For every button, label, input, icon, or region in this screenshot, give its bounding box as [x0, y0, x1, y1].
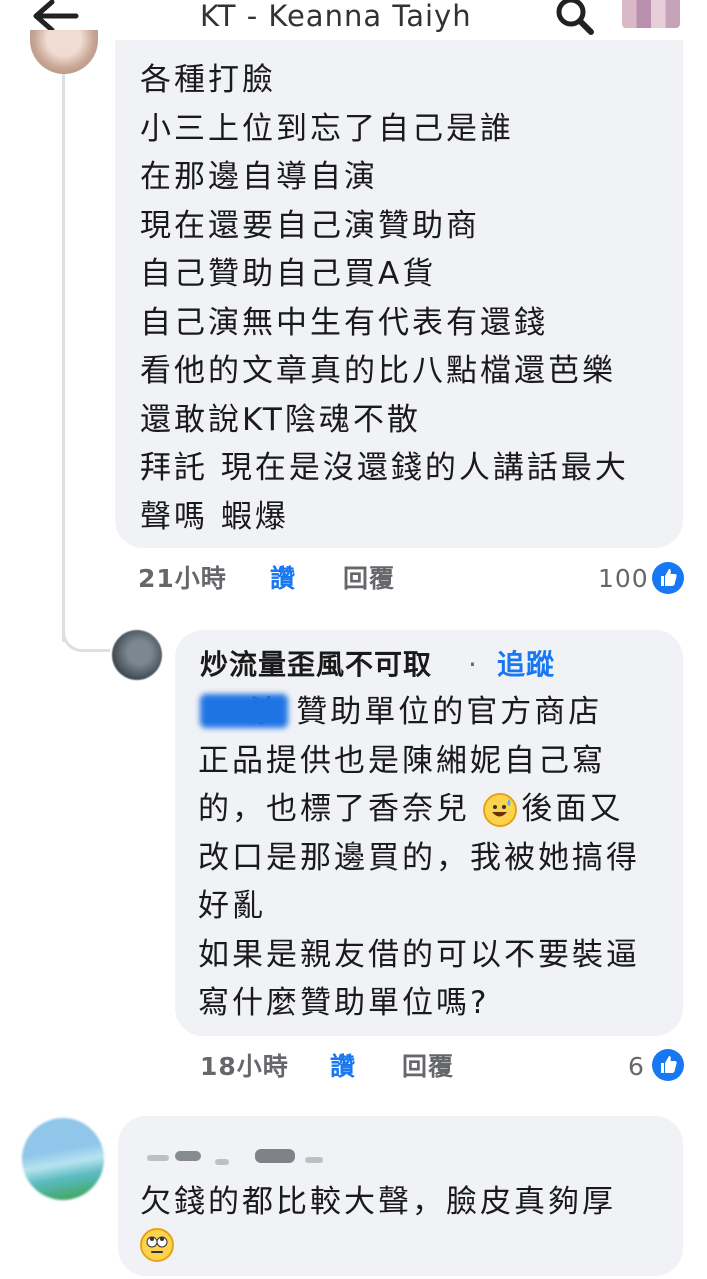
eye-roll-emoji-icon [140, 1228, 174, 1262]
reply-button[interactable]: 回覆 [402, 1051, 454, 1083]
comment-text: 各種打臉 小三上位到忘了自己是誰 在那邊自導自演 現在還要自己演贊助商 自己贊助… [140, 56, 629, 541]
avatar[interactable] [30, 30, 98, 74]
thumbs-up-icon[interactable] [652, 1049, 684, 1081]
avatar[interactable] [112, 630, 162, 680]
comment-line: 自己演無中生有代表有還錢 [140, 304, 548, 341]
thumbs-up-icon[interactable] [652, 562, 684, 594]
comment-line: 欠錢的都比較大聲，臉皮真夠厚 [140, 1184, 616, 1220]
reply-button[interactable]: 回覆 [343, 563, 395, 595]
profile-avatar-redacted[interactable] [622, 0, 680, 28]
comment-author[interactable]: 炒流量歪風不可取 [200, 645, 432, 685]
comment-line: 的，也標了香奈兒 後面又 [198, 791, 624, 827]
redacted-author-name[interactable] [145, 1145, 330, 1171]
comment-line: 自己贊助自己買A貨 [140, 256, 437, 292]
reaction-count[interactable]: 100 [598, 563, 649, 595]
thread-line-branch [62, 612, 110, 652]
grinning-sweat-emoji-icon [483, 793, 517, 827]
comment-text: 沙 贊助單位的官方商店 正品提供也是陳緗妮自己寫 的，也標了香奈兒 後面又 改口… [198, 688, 640, 1028]
comment-line: 在那邊自導自演 [140, 159, 378, 195]
page-title: KT - Keanna Taiyh [200, 0, 472, 33]
comment-line: 正品提供也是陳緗妮自己寫 [198, 742, 606, 779]
like-button[interactable]: 讚 [270, 563, 296, 595]
comment-text: 欠錢的都比較大聲，臉皮真夠厚 [140, 1178, 616, 1227]
comment-line: 各種打臉 [140, 62, 276, 98]
comment-line: 小三上位到忘了自己是誰 [140, 110, 514, 147]
thread-line [62, 72, 65, 642]
comment-timestamp[interactable]: 21小時 [138, 563, 227, 595]
comment-line: 現在還要自己演贊助商 [140, 207, 480, 244]
comment-line: 還敢說KT陰魂不散 [140, 401, 421, 438]
follow-button[interactable]: 追蹤 [497, 645, 555, 685]
comment-line: 如果是親友借的可以不要裝逼 [198, 936, 640, 973]
redacted-mention-tag[interactable] [200, 694, 288, 728]
reaction-count[interactable]: 6 [628, 1051, 645, 1083]
avatar[interactable] [22, 1118, 104, 1200]
comment-line: 好亂 [198, 888, 266, 924]
comment-line: 改口是那邊買的，我被她搞得 [198, 839, 640, 876]
comment-line: 寫什麼贊助單位嗎? [198, 985, 490, 1021]
like-button[interactable]: 讚 [330, 1051, 356, 1083]
comment-line: 拜託 現在是沒還錢的人講話最大 [140, 450, 629, 486]
comment-line: 聲嗎 蝦爆 [140, 498, 289, 535]
separator-dot: · [468, 648, 477, 681]
comment-line: 看他的文章真的比八點檔還芭樂 [140, 353, 616, 389]
search-icon[interactable] [553, 0, 597, 36]
comment-timestamp[interactable]: 18小時 [200, 1051, 289, 1083]
